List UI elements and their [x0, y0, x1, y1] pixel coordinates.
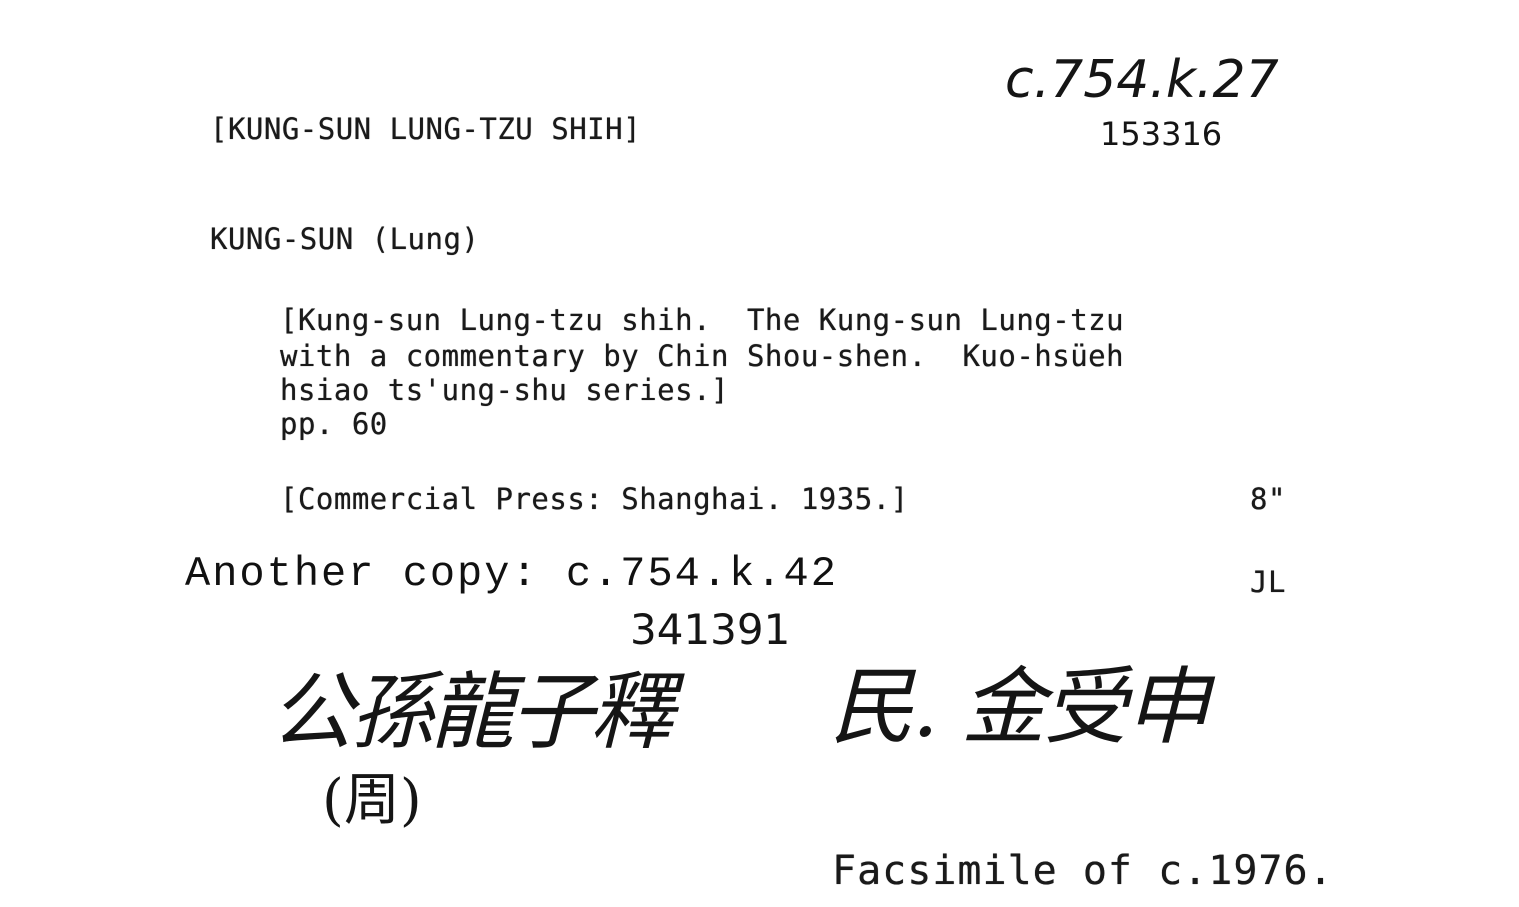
- another-copy-stamp: Another copy: c.754.k.42: [185, 550, 838, 598]
- handwritten-shelfmark: c.754.k.27: [1005, 50, 1279, 110]
- author-heading: KUNG-SUN (Lung): [210, 222, 480, 256]
- description-line-2: with a commentary by Chin Shou-shen. Kuo…: [280, 339, 1125, 373]
- description-line-3: hsiao ts'ung-shu series.]: [280, 373, 729, 407]
- chinese-author: 民. 金受申: [830, 658, 1209, 756]
- facsimile-note: Facsimile of c.1976.: [832, 848, 1334, 894]
- catalogue-card: c.754.k.27 153316 [KUNG-SUN LUNG-TZU SHI…: [0, 0, 1519, 907]
- pagination: pp. 60: [280, 407, 388, 441]
- heading-title: [KUNG-SUN LUNG-TZU SHIH]: [210, 112, 642, 146]
- description-line-1: [Kung-sun Lung-tzu shih. The Kung-sun Lu…: [280, 303, 1125, 337]
- cataloguer-initials: JL: [1250, 565, 1286, 599]
- accession-number: 153316: [1100, 115, 1223, 153]
- imprint: [Commercial Press: Shanghai. 1935.]: [280, 482, 909, 516]
- size-note: 8": [1250, 482, 1286, 516]
- chinese-title: 公孫龍子釋: [270, 663, 674, 761]
- chinese-dynasty: (周): [322, 768, 422, 833]
